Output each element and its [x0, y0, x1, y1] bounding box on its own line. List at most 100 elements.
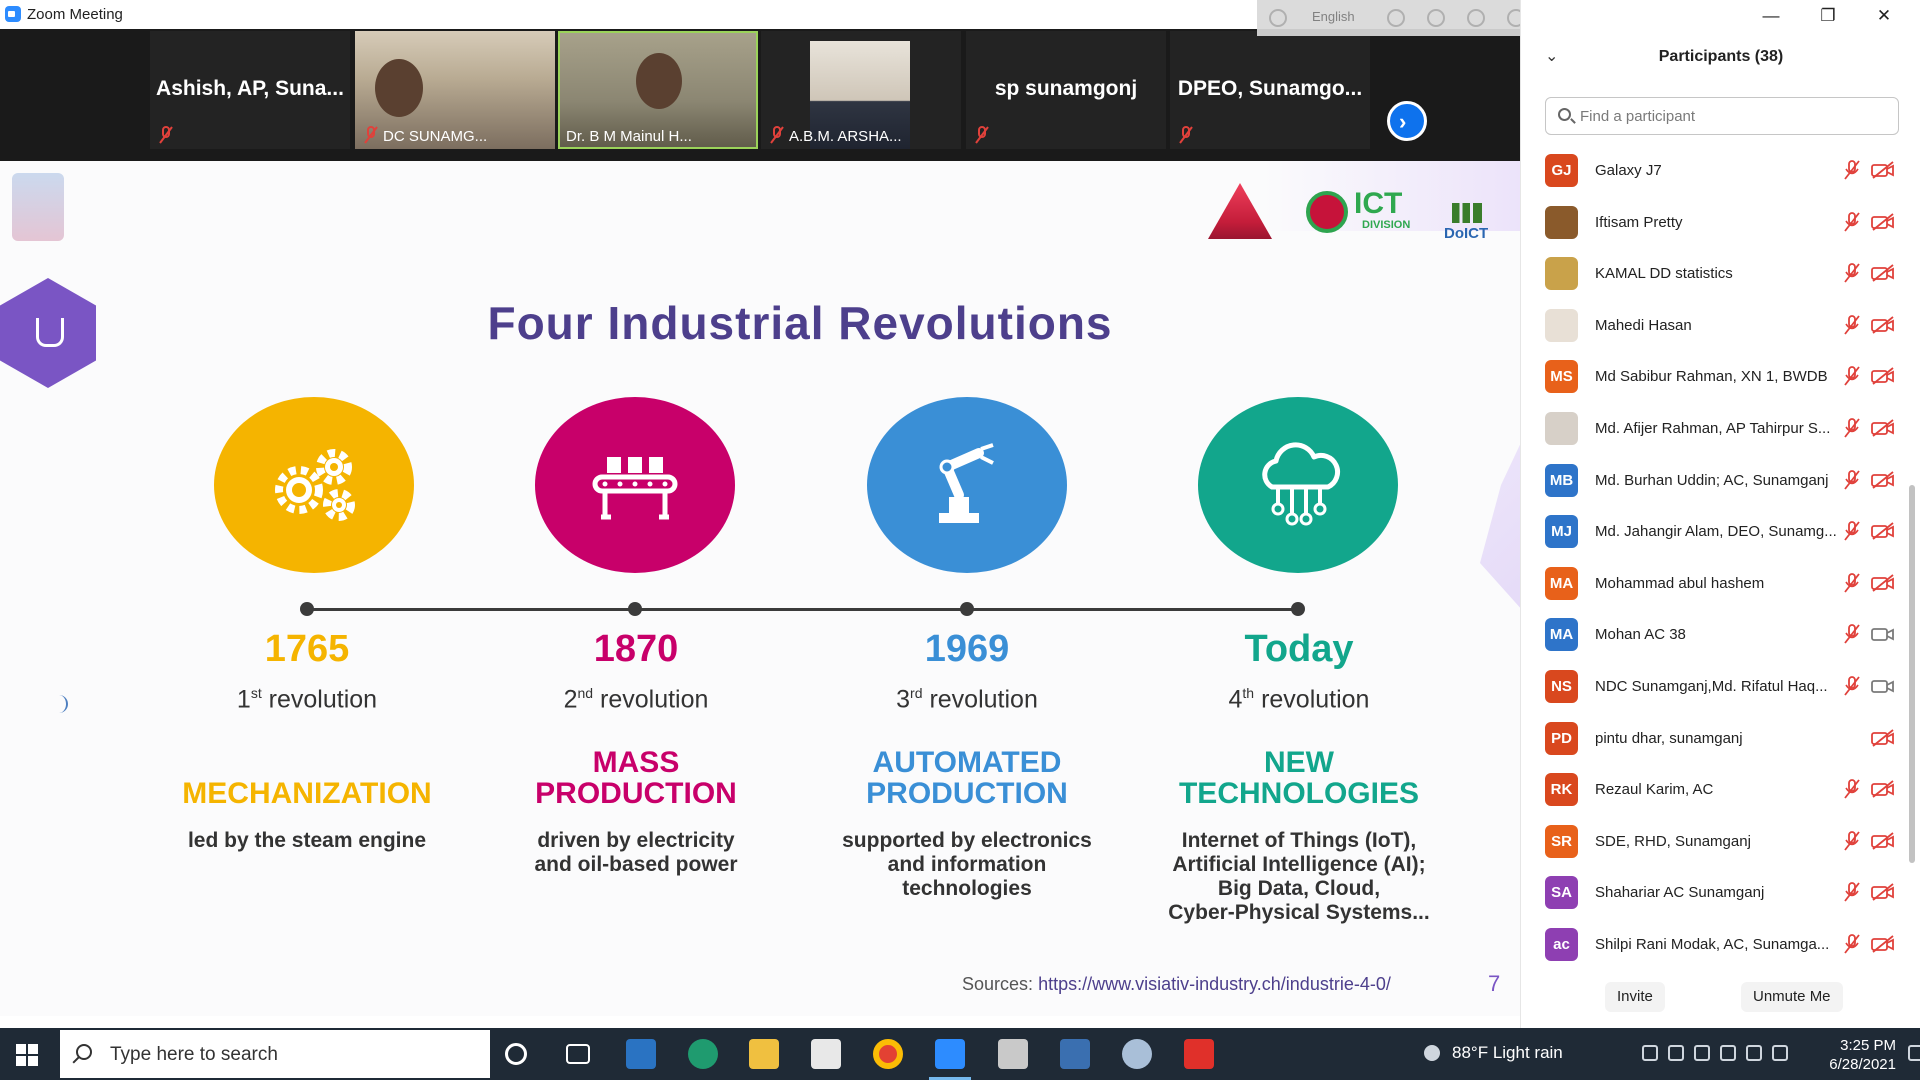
wifi-icon[interactable]	[1746, 1045, 1762, 1061]
participant-row[interactable]: MS Md Sabibur Rahman, XN 1, BWDB	[1545, 351, 1905, 402]
video-icon[interactable]	[1871, 677, 1895, 695]
battery-icon[interactable]	[1720, 1045, 1736, 1061]
close-button[interactable]: ✕	[1869, 6, 1899, 26]
video-tile[interactable]: DPEO, Sunamgo...	[1170, 31, 1370, 149]
participant-row[interactable]: Mahedi Hasan	[1545, 300, 1905, 351]
clean-icon[interactable]	[1427, 9, 1445, 27]
mic-muted-icon[interactable]	[1843, 212, 1861, 232]
pen-icon[interactable]	[1668, 1045, 1684, 1061]
gears-icon	[275, 449, 355, 521]
mic-muted-icon[interactable]	[1843, 934, 1861, 954]
mic-muted-icon[interactable]	[1843, 160, 1861, 180]
participant-row[interactable]: NS NDC Sunamganj,Md. Rifatul Haq...	[1545, 661, 1905, 712]
participant-row[interactable]: Iftisam Pretty	[1545, 197, 1905, 248]
system-clock[interactable]: 3:25 PM 6/28/2021	[1806, 1036, 1896, 1074]
mic-muted-icon[interactable]	[1843, 831, 1861, 851]
video-off-icon[interactable]	[1871, 264, 1895, 282]
video-tile[interactable]: Ashish, AP, Suna...	[150, 31, 350, 149]
video-tile-active-speaker[interactable]: Dr. B M Mainul H...	[558, 31, 758, 149]
edge-browser-icon[interactable]	[688, 1039, 718, 1069]
mic-muted-icon[interactable]	[1843, 779, 1861, 799]
participant-search[interactable]	[1545, 97, 1899, 135]
video-tile[interactable]: sp sunamgonj	[966, 31, 1166, 149]
restore-button[interactable]: ❐	[1813, 6, 1843, 26]
zoom-taskbar-icon[interactable]	[929, 1039, 971, 1080]
mic-muted-icon[interactable]	[1843, 573, 1861, 593]
participant-row[interactable]: GJ Galaxy J7	[1545, 145, 1905, 196]
participants-scrollbar[interactable]	[1909, 485, 1915, 863]
video-off-icon[interactable]	[1871, 471, 1895, 489]
mic-muted-icon[interactable]	[1843, 470, 1861, 490]
video-tile[interactable]: A.B.M. ARSHA...	[761, 31, 961, 149]
participant-row[interactable]: PD pintu dhar, sunamganj	[1545, 713, 1905, 764]
video-off-icon[interactable]	[1871, 832, 1895, 850]
mail-icon[interactable]	[626, 1039, 656, 1069]
annotate-icon[interactable]	[1269, 9, 1287, 27]
microphone-icon[interactable]	[1642, 1045, 1658, 1061]
weather-status[interactable]: 88°F Light rain	[1452, 1043, 1563, 1063]
participant-name: Md. Afijer Rahman, AP Tahirpur S...	[1595, 420, 1831, 437]
ict-seal	[1306, 191, 1348, 233]
video-off-icon[interactable]	[1871, 522, 1895, 540]
app-icon[interactable]	[1060, 1039, 1090, 1069]
pdf-reader-icon[interactable]	[1184, 1039, 1214, 1069]
video-off-icon[interactable]	[1871, 574, 1895, 592]
invite-button[interactable]: Invite	[1605, 982, 1665, 1012]
hat-icon[interactable]	[1387, 9, 1405, 27]
minimize-button[interactable]: —	[1756, 6, 1786, 26]
language-selector[interactable]: English	[1312, 9, 1355, 24]
mic-muted-icon[interactable]	[1843, 521, 1861, 541]
avatar: GJ	[1545, 154, 1578, 187]
video-off-icon[interactable]	[1871, 780, 1895, 798]
video-off-icon[interactable]	[1871, 419, 1895, 437]
settings-icon[interactable]	[1467, 9, 1485, 27]
cortana-icon[interactable]	[505, 1043, 527, 1065]
paint-app-icon[interactable]	[1122, 1039, 1152, 1069]
video-tile[interactable]: DC SUNAMG...	[355, 31, 555, 149]
video-off-icon[interactable]	[1871, 161, 1895, 179]
video-off-icon[interactable]	[1871, 883, 1895, 901]
mic-muted-icon[interactable]	[1843, 418, 1861, 438]
mic-muted-icon[interactable]	[1843, 676, 1861, 696]
participant-name: Galaxy J7	[1595, 162, 1662, 179]
network-off-icon[interactable]	[1694, 1045, 1710, 1061]
video-icon[interactable]	[1871, 625, 1895, 643]
chevron-up-icon[interactable]	[1616, 1045, 1632, 1061]
video-off-icon[interactable]	[1871, 935, 1895, 953]
weather-cloud-icon	[1424, 1045, 1440, 1061]
windows-start-button[interactable]	[16, 1044, 38, 1066]
participant-row[interactable]: ac Shilpi Rani Modak, AC, Sunamga...	[1545, 919, 1905, 970]
mic-muted-icon[interactable]	[1843, 882, 1861, 902]
sources-link[interactable]: https://www.visiativ-industry.ch/industr…	[1038, 974, 1391, 994]
participant-row[interactable]: MA Mohammad abul hashem	[1545, 558, 1905, 609]
mic-muted-icon	[364, 126, 378, 144]
file-explorer-icon[interactable]	[749, 1039, 779, 1069]
participant-search-input[interactable]	[1580, 106, 1880, 126]
chrome-browser-icon[interactable]	[873, 1039, 903, 1069]
task-view-icon[interactable]	[566, 1044, 590, 1064]
mic-muted-icon[interactable]	[1843, 263, 1861, 283]
video-off-icon[interactable]	[1871, 213, 1895, 231]
participant-row[interactable]: Md. Afijer Rahman, AP Tahirpur S...	[1545, 403, 1905, 454]
video-off-icon[interactable]	[1871, 316, 1895, 334]
printer-app-icon[interactable]	[998, 1039, 1028, 1069]
revolution-ordinal: 4th revolution	[1228, 685, 1370, 714]
microsoft-store-icon[interactable]	[811, 1039, 841, 1069]
mic-muted-icon[interactable]	[1843, 315, 1861, 335]
mic-muted-icon[interactable]	[1843, 624, 1861, 644]
unmute-me-button[interactable]: Unmute Me	[1741, 982, 1843, 1012]
participant-row[interactable]: SA Shahariar AC Sunamganj	[1545, 867, 1905, 918]
video-off-icon[interactable]	[1871, 729, 1895, 747]
notification-center-icon[interactable]	[1908, 1045, 1920, 1061]
mic-muted-icon[interactable]	[1843, 366, 1861, 386]
participant-row[interactable]: MJ Md. Jahangir Alam, DEO, Sunamg...	[1545, 506, 1905, 557]
video-off-icon[interactable]	[1871, 367, 1895, 385]
next-page-button[interactable]: ›	[1387, 101, 1427, 141]
volume-icon[interactable]	[1772, 1045, 1788, 1061]
participant-row[interactable]: MA Mohan AC 38	[1545, 609, 1905, 660]
participant-row[interactable]: KAMAL DD statistics	[1545, 248, 1905, 299]
taskbar-search-box[interactable]: Type here to search	[60, 1030, 490, 1078]
participant-row[interactable]: RK Rezaul Karim, AC	[1545, 764, 1905, 815]
participant-row[interactable]: MB Md. Burhan Uddin; AC, Sunamganj	[1545, 455, 1905, 506]
participant-row[interactable]: SR SDE, RHD, Sunamganj	[1545, 816, 1905, 867]
